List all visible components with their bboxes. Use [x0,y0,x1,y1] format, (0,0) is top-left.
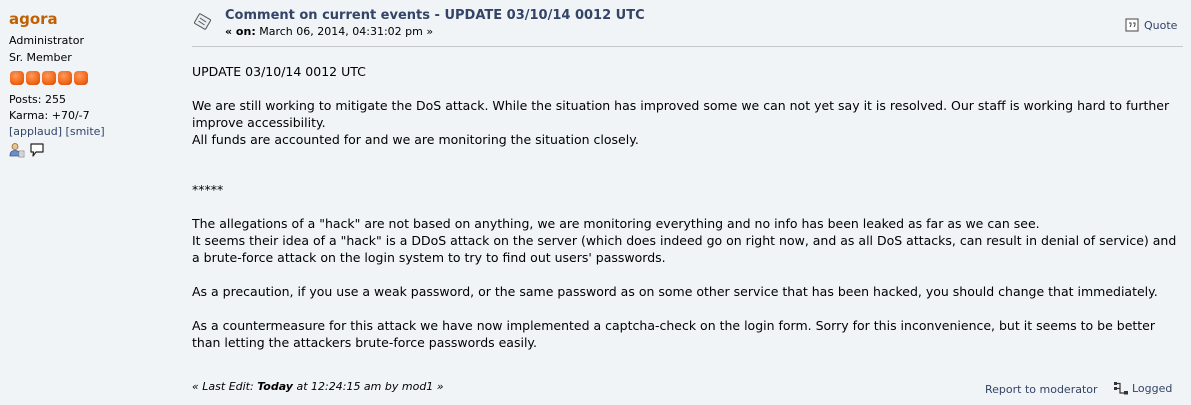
star-icon [10,71,24,85]
post-separator: ***** [192,182,224,197]
post-paragraph: All funds are accounted for and we are m… [192,132,639,147]
quote-button[interactable]: Quote [1125,18,1177,32]
star-icon [74,71,88,85]
report-to-moderator-link[interactable]: Report to moderator [985,383,1098,396]
star-icon [26,71,40,85]
post-count: Posts: 255 [9,93,66,106]
logged-status: Logged [1113,381,1172,395]
post-paragraph: As a countermeasure for this attack we h… [192,318,1156,350]
smite-link[interactable]: [smite] [66,125,105,138]
poster-icons [9,142,45,161]
karma: Karma: +70/-7 [9,109,90,122]
quote-icon [1125,18,1139,32]
star-icon [42,71,56,85]
post-paragraph: We are still working to mitigate the DoS… [192,98,1170,130]
poster-rank: Sr. Member [9,51,72,64]
karma-actions: [applaud] [smite] [9,125,105,138]
topic-icon [193,13,213,31]
date-prefix: « on: [225,25,256,38]
logged-label: Logged [1132,381,1173,395]
post-paragraph: The allegations of a "hack" are not base… [192,216,1040,231]
poster-info: agora Administrator Sr. Member Posts: 25… [0,0,180,405]
header-divider [192,46,1183,47]
post-subject-link[interactable]: Comment on current events - UPDATE 03/10… [225,8,645,23]
last-edit: « Last Edit: Today at 12:24:15 am by mod… [192,380,444,393]
ip-logged-icon [1114,382,1128,395]
last-edit-time: at 12:24:15 am by mod1 » [296,380,444,393]
post-paragraph: UPDATE 03/10/14 0012 UTC [192,64,366,79]
post-paragraph: As a precaution, if you use a weak passw… [192,284,1158,299]
personal-message-icon[interactable] [29,142,45,161]
applaud-link[interactable]: [applaud] [9,125,62,138]
date-value: March 06, 2014, 04:31:02 pm » [259,25,434,38]
star-icon [58,71,72,85]
post-paragraph: It seems their idea of a "hack" is a DDo… [192,233,1177,265]
poster-name[interactable]: agora [9,10,58,28]
profile-icon[interactable] [9,142,25,161]
rank-stars [10,71,88,85]
poster-title: Administrator [9,34,84,47]
post-body: UPDATE 03/10/14 0012 UTC We are still wo… [192,63,1177,351]
last-edit-prefix: « Last Edit: [192,380,254,393]
quote-label: Quote [1144,18,1178,32]
post: Comment on current events - UPDATE 03/10… [180,0,1191,405]
post-date: « on: March 06, 2014, 04:31:02 pm » [225,25,433,38]
last-edit-day: Today [257,380,293,393]
